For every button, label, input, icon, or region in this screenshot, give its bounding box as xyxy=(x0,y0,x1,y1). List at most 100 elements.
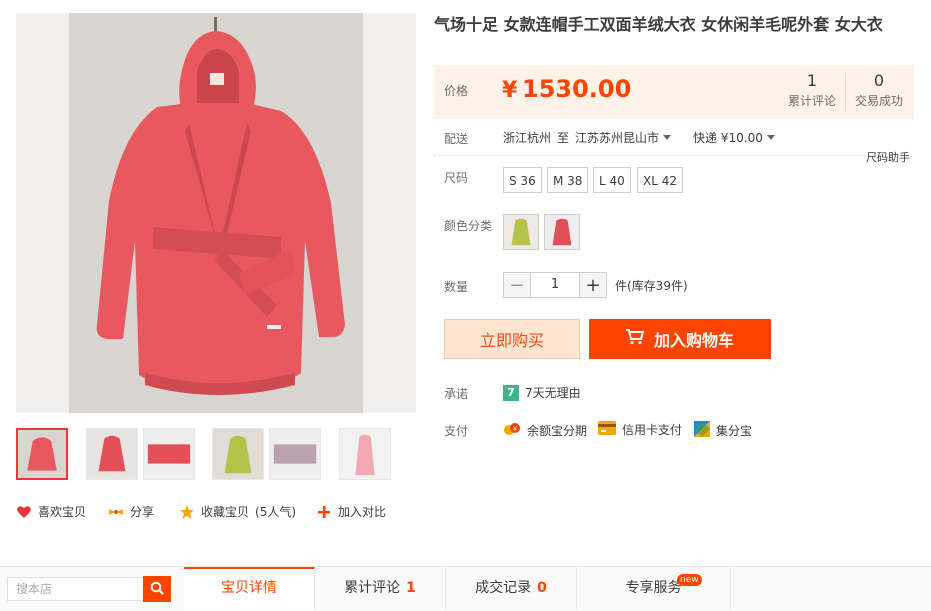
tab-exclusive-service[interactable]: 专享服务 xyxy=(577,567,731,610)
payment-method-label: 余额宝分期 xyxy=(527,424,588,438)
payment-label: 支付 xyxy=(444,424,469,438)
buy-now-label: 立即购买 xyxy=(479,331,544,350)
shipping-select[interactable]: 快递 ¥10.00 xyxy=(693,129,775,146)
gallery-thumb-5[interactable] xyxy=(269,428,321,480)
coat-thumb-icon xyxy=(340,429,390,479)
favorite-label: 收藏宝贝 xyxy=(201,505,250,519)
favorite-action[interactable]: 收藏宝贝 (5人气) xyxy=(179,503,296,521)
promise-label: 承诺 xyxy=(444,387,469,401)
color-swatch-green[interactable] xyxy=(503,214,539,250)
coat-thumb-icon xyxy=(270,429,320,479)
payment-method-jifenbao[interactable]: 集分宝 xyxy=(694,421,752,440)
size-option-s[interactable]: S 36 xyxy=(503,167,542,193)
promise-row[interactable]: 7 7天无理由 xyxy=(503,384,581,401)
price-label: 价格 xyxy=(444,84,469,98)
coat-thumb-icon xyxy=(213,429,263,479)
stock-text: 件(库存39件) xyxy=(615,278,688,293)
quantity-input[interactable]: 1 xyxy=(531,272,579,298)
coat-illustration xyxy=(96,17,345,395)
tab-label: 成交记录 xyxy=(475,580,532,596)
shop-search-button[interactable] xyxy=(143,576,171,602)
color-label: 颜色分类 xyxy=(444,219,493,233)
destination-text: 江苏苏州昆山市 xyxy=(575,131,660,145)
plus-icon xyxy=(316,504,332,520)
destination-select[interactable]: 江苏苏州昆山市 xyxy=(575,129,672,146)
share-label: 分享 xyxy=(130,505,155,519)
size-label: 尺码 xyxy=(444,171,469,185)
chevron-down-icon xyxy=(766,135,775,140)
seven-day-icon: 7 xyxy=(503,384,519,401)
tab-label: 累计评论 xyxy=(344,580,401,596)
tab-item-detail[interactable]: 宝贝详情 xyxy=(184,567,315,610)
payment-method-yuebao[interactable]: ¥ 余额宝分期 xyxy=(503,421,587,440)
cart-icon xyxy=(625,329,645,349)
quantity-increment-button[interactable]: + xyxy=(579,272,607,298)
like-action[interactable]: 喜欢宝贝 xyxy=(16,503,86,521)
tab-transactions[interactable]: 成交记录 0 xyxy=(446,567,577,610)
gallery-thumb-3[interactable] xyxy=(143,428,195,480)
favorite-count: (5人气) xyxy=(255,505,297,519)
delivery-row: 浙江杭州 至 江苏苏州昆山市 快递 ¥10.00 xyxy=(503,129,775,146)
search-icon xyxy=(150,581,164,598)
sales-stat: 0 交易成功 xyxy=(846,72,912,109)
credit-card-icon xyxy=(598,421,616,438)
payment-method-credit-card[interactable]: 信用卡支付 xyxy=(598,421,682,438)
sales-label: 交易成功 xyxy=(854,94,903,108)
gallery-thumb-4[interactable] xyxy=(212,428,264,480)
coat-thumb-icon xyxy=(87,429,137,479)
coat-swatch-icon xyxy=(545,215,579,249)
quantity-stepper: − 1 + 件(库存39件) xyxy=(503,271,688,299)
coat-thumb-icon xyxy=(18,430,66,478)
tab-reviews[interactable]: 累计评论 1 xyxy=(315,567,446,610)
tab-count: 0 xyxy=(537,580,547,596)
star-icon xyxy=(179,504,195,520)
jifenbao-icon xyxy=(694,421,710,440)
tab-label: 专享服务 xyxy=(625,580,682,596)
share-action[interactable]: 分享 xyxy=(108,503,154,521)
new-badge: new xyxy=(677,574,702,586)
size-option-xl[interactable]: XL 42 xyxy=(637,167,683,193)
shop-search-input[interactable]: 搜本店 xyxy=(7,577,143,601)
heart-icon xyxy=(16,504,32,520)
delivery-from: 浙江杭州 xyxy=(503,131,552,145)
like-label: 喜欢宝贝 xyxy=(38,505,87,519)
coat-swatch-icon xyxy=(504,215,538,249)
price-currency: ¥ xyxy=(502,78,518,103)
gallery-thumb-1[interactable] xyxy=(16,428,68,480)
tab-label: 宝贝详情 xyxy=(221,580,277,596)
main-product-image[interactable] xyxy=(16,13,416,413)
shipping-text: 快递 ¥10.00 xyxy=(693,131,763,145)
color-swatch-red[interactable] xyxy=(544,214,580,250)
compare-label: 加入对比 xyxy=(338,505,387,519)
add-to-cart-button[interactable]: 加入购物车 xyxy=(589,319,771,359)
share-icon xyxy=(108,504,124,520)
coins-icon: ¥ xyxy=(503,421,521,440)
size-option-m[interactable]: M 38 xyxy=(547,167,589,193)
reviews-stat[interactable]: 1 累计评论 xyxy=(779,72,845,109)
compare-action[interactable]: 加入对比 xyxy=(316,503,386,521)
delivery-to-word: 至 xyxy=(557,131,570,145)
coat-thumb-icon xyxy=(144,429,194,479)
product-title: 气场十足 女款连帽手工双面羊绒大衣 女休闲羊毛呢外套 女大衣 xyxy=(434,15,883,34)
gallery-thumb-2[interactable] xyxy=(86,428,138,480)
tab-count: 1 xyxy=(406,580,416,596)
buy-now-button[interactable]: 立即购买 xyxy=(444,319,580,359)
price-panel: 价格 ¥ 1530.00 1 累计评论 0 交易成功 xyxy=(434,65,914,119)
price-value: 1530.00 xyxy=(522,75,632,103)
promise-text: 7天无理由 xyxy=(525,386,581,400)
chevron-down-icon xyxy=(663,135,672,140)
quantity-label: 数量 xyxy=(444,280,469,294)
size-option-l[interactable]: L 40 xyxy=(593,167,631,193)
quantity-decrement-button[interactable]: − xyxy=(503,272,531,298)
reviews-label: 累计评论 xyxy=(787,94,836,108)
size-helper-link[interactable]: 尺码助手 xyxy=(866,149,910,165)
svg-text:¥: ¥ xyxy=(513,425,518,433)
gallery-thumb-6[interactable] xyxy=(339,428,391,480)
add-to-cart-label: 加入购物车 xyxy=(653,331,734,350)
reviews-count: 1 xyxy=(806,71,818,90)
divider xyxy=(434,155,866,157)
payment-method-label: 信用卡支付 xyxy=(622,423,683,437)
delivery-label: 配送 xyxy=(444,132,469,146)
sales-count: 0 xyxy=(873,71,885,90)
payment-method-label: 集分宝 xyxy=(716,424,753,438)
